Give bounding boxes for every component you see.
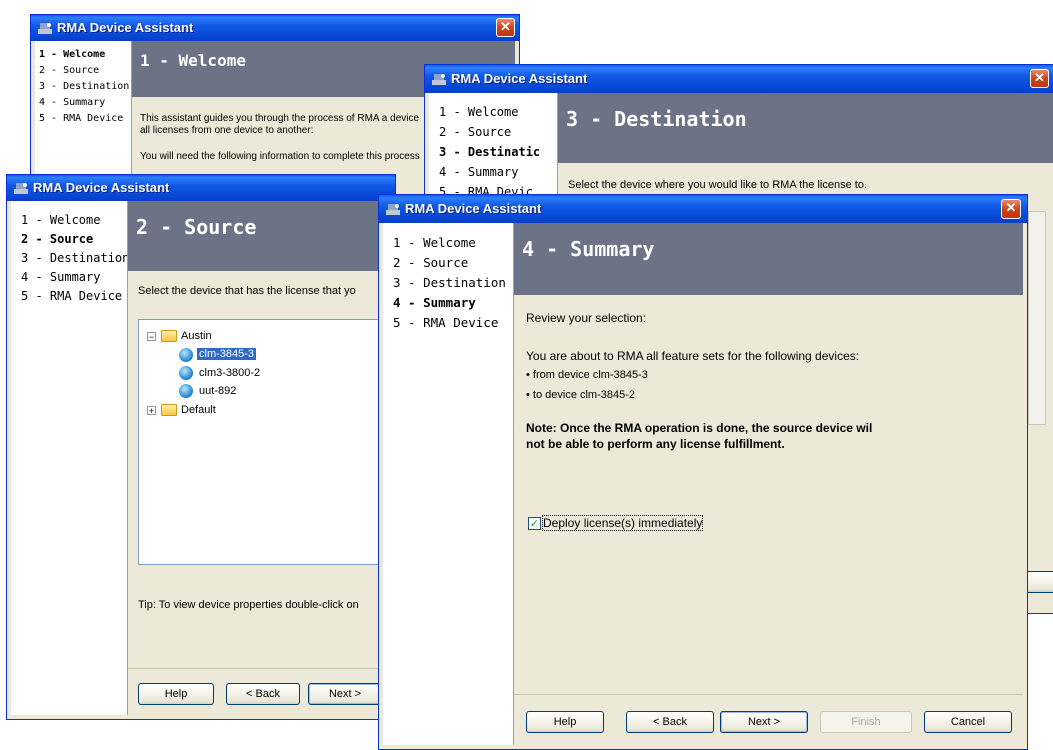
- steps-panel: 1 - Welcome 2 - Source 3 - Destination 4…: [11, 201, 127, 715]
- button-bar: Help < Back Next > Finish Cancel: [514, 694, 1023, 745]
- note-text-line1: Note: Once the RMA operation is done, th…: [526, 421, 873, 435]
- help-button[interactable]: Help: [138, 683, 214, 705]
- step-destination: 3 - Destinatic: [439, 145, 541, 159]
- title-bar[interactable]: RMA Device Assistant ✕: [31, 15, 519, 41]
- intro-text-line2: all licenses from one device to another:: [140, 125, 314, 136]
- close-icon[interactable]: ✕: [1001, 199, 1021, 219]
- step-source: 2 - Source: [393, 255, 469, 270]
- tree-node-austin[interactable]: Austin: [181, 330, 212, 342]
- from-device-text: • from device clm-3845-3: [526, 369, 648, 381]
- collapse-icon[interactable]: −: [147, 332, 156, 342]
- tip-text: Tip: To view device properties double-cl…: [138, 599, 359, 611]
- device-list-scrollbar[interactable]: [1028, 211, 1046, 425]
- step-welcome: 1 - Welcome: [393, 235, 476, 250]
- header-band: 3 - Destination: [558, 93, 1053, 163]
- content-panel: 2 - Source Select the device that has th…: [127, 201, 395, 715]
- step-summary: 4 - Summary: [439, 165, 519, 179]
- deploy-checkbox[interactable]: ✓: [528, 517, 541, 530]
- step-source: 2 - Source: [21, 232, 94, 246]
- title-bar[interactable]: RMA Device Assistant: [7, 175, 395, 201]
- app-icon: [38, 23, 52, 34]
- instruction-text: Select the device where you would like t…: [568, 179, 867, 191]
- back-button[interactable]: < Back: [626, 711, 714, 733]
- deploy-label[interactable]: Deploy license(s) immediately: [541, 515, 704, 531]
- step-destination: 3 - Destination: [21, 251, 127, 265]
- header-band: 2 - Source: [128, 201, 391, 271]
- button-bar: Help < Back Next >: [128, 668, 391, 715]
- about-text: You are about to RMA all feature sets fo…: [526, 349, 860, 363]
- step-source: 2 - Source: [439, 125, 512, 139]
- next-button[interactable]: Next >: [308, 683, 382, 705]
- step-destination: 3 - Destination: [39, 81, 130, 92]
- page-title: 3 - Destination: [566, 107, 747, 131]
- step-rma-device: 5 - RMA Device: [39, 113, 124, 124]
- finish-button[interactable]: Finish: [820, 711, 912, 733]
- intro-text-line1: This assistant guides you through the pr…: [140, 113, 420, 124]
- step-rma-device: 5 - RMA Device: [393, 315, 499, 330]
- source-window: RMA Device Assistant 1 - Welcome 2 - Sou…: [6, 174, 396, 720]
- cancel-button[interactable]: [1026, 571, 1053, 593]
- to-device-text: • to device clm-3845-2: [526, 389, 636, 401]
- summary-window: RMA Device Assistant ✕ 1 - Welcome 2 - S…: [378, 194, 1028, 750]
- step-source: 2 - Source: [39, 65, 100, 76]
- expand-icon[interactable]: +: [147, 406, 156, 416]
- close-icon[interactable]: ✕: [496, 18, 515, 37]
- tree-node-uut-892[interactable]: uut-892: [199, 385, 236, 397]
- step-summary: 4 - Summary: [39, 97, 106, 108]
- folder-icon: [161, 404, 177, 416]
- header-band: 4 - Summary: [514, 223, 1023, 295]
- step-summary: 4 - Summary: [21, 270, 101, 284]
- content-panel: 4 - Summary Review your selection: You a…: [513, 223, 1023, 745]
- window-title: RMA Device Assistant: [451, 71, 588, 86]
- title-bar[interactable]: RMA Device Assistant ✕: [379, 195, 1027, 223]
- step-welcome: 1 - Welcome: [21, 213, 101, 227]
- step-rma-device: 5 - RMA Device: [21, 289, 123, 303]
- device-icon: [179, 366, 193, 380]
- device-icon: [179, 384, 193, 398]
- page-title: 4 - Summary: [522, 237, 655, 261]
- step-summary: 4 - Summary: [393, 295, 476, 310]
- tree-node-clm-3845-3[interactable]: clm-3845-3: [197, 348, 257, 360]
- app-icon: [14, 183, 28, 194]
- info-text: You will need the following information …: [140, 151, 420, 162]
- app-icon: [432, 74, 446, 85]
- device-tree[interactable]: − Austin clm-3845-3 clm3-3800-2 uut-892 …: [138, 319, 395, 565]
- cancel-button[interactable]: Cancel: [924, 711, 1012, 733]
- page-title: 2 - Source: [136, 215, 257, 239]
- step-destination: 3 - Destination: [393, 275, 506, 290]
- note-text-line2: not be able to perform any license fulfi…: [526, 437, 785, 451]
- step-welcome: 1 - Welcome: [439, 105, 519, 119]
- steps-panel: 1 - Welcome 2 - Source 3 - Destination 4…: [383, 223, 513, 745]
- back-button[interactable]: < Back: [226, 683, 300, 705]
- instruction-text: Select the device that has the license t…: [138, 285, 356, 297]
- app-icon: [386, 204, 400, 215]
- help-button[interactable]: Help: [526, 711, 604, 733]
- tree-node-clm3-3800-2[interactable]: clm3-3800-2: [199, 367, 260, 379]
- page-title: 1 - Welcome: [140, 51, 246, 70]
- folder-icon: [161, 330, 177, 342]
- window-title: RMA Device Assistant: [57, 20, 194, 35]
- close-icon[interactable]: ✕: [1030, 69, 1049, 88]
- window-title: RMA Device Assistant: [33, 180, 170, 195]
- device-icon: [179, 348, 193, 362]
- tree-node-default[interactable]: Default: [181, 404, 216, 416]
- review-text: Review your selection:: [526, 311, 647, 325]
- title-bar[interactable]: RMA Device Assistant ✕: [425, 65, 1053, 93]
- next-button[interactable]: Next >: [720, 711, 808, 733]
- step-welcome: 1 - Welcome: [39, 49, 106, 60]
- window-title: RMA Device Assistant: [405, 201, 542, 216]
